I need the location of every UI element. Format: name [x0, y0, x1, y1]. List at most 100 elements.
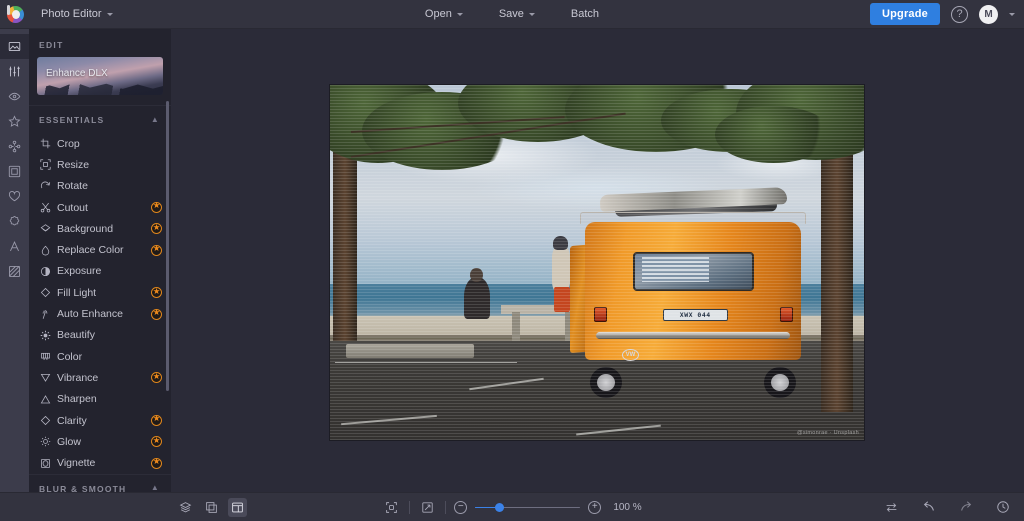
bottom-right-tools: [882, 498, 1012, 517]
panel-item-background[interactable]: Background: [29, 218, 171, 239]
vw-logo-icon: VW: [622, 349, 639, 361]
rail-item-overlays[interactable]: [0, 134, 29, 159]
panel-item-crop[interactable]: Crop: [29, 133, 171, 154]
app-title-menu[interactable]: Photo Editor: [32, 5, 122, 24]
panel-item-exposure[interactable]: Exposure: [29, 261, 171, 282]
premium-star-badge: [151, 245, 162, 256]
panel-item-beautify[interactable]: Beautify: [29, 325, 171, 346]
panel-item-auto-enhance[interactable]: Auto Enhance: [29, 303, 171, 324]
van-window-blind: [642, 257, 710, 282]
rail-item-frames[interactable]: [0, 159, 29, 184]
help-icon[interactable]: ?: [951, 6, 968, 23]
avatar[interactable]: M: [979, 5, 998, 24]
compare-icon[interactable]: [202, 498, 221, 517]
panel-item-label: Beautify: [57, 329, 162, 341]
menu-save[interactable]: Save: [490, 5, 544, 24]
preset-label: Enhance DLX: [46, 68, 108, 79]
menu-open-label: Open: [425, 8, 452, 20]
vignette-icon: [40, 458, 57, 469]
preset-enhance-dlx[interactable]: Enhance DLX: [37, 57, 163, 95]
background-icon: [40, 223, 57, 234]
zoom-slider[interactable]: [475, 501, 580, 514]
fit-screen-icon[interactable]: [382, 498, 401, 517]
panel-item-label: Vignette: [57, 457, 151, 469]
panel-item-label: Auto Enhance: [57, 308, 151, 320]
texture-icon: [8, 265, 21, 278]
panel-item-sharpen[interactable]: Sharpen: [29, 389, 171, 410]
crop-icon: [40, 138, 57, 149]
rotate-icon: [40, 181, 57, 192]
fullscreen-icon[interactable]: [418, 498, 437, 517]
panel-item-color[interactable]: Color: [29, 346, 171, 367]
canvas-area[interactable]: XWX 044 VW @simonrae · Unsplash: [171, 29, 1024, 492]
panel-layout-icon[interactable]: [228, 498, 247, 517]
panel-item-label: Clarity: [57, 415, 151, 427]
layers-icon[interactable]: [176, 498, 195, 517]
menu-open[interactable]: Open: [416, 5, 472, 24]
diamond-icon: [40, 287, 57, 298]
group-title: BLUR & SMOOTH: [39, 484, 126, 492]
group-header-blur-smooth[interactable]: BLUR & SMOOTH ▲: [29, 474, 171, 492]
eye-icon: [8, 90, 21, 103]
bench-leg: [512, 312, 520, 340]
rail-item-stickers[interactable]: [0, 209, 29, 234]
chevron-down-icon: [457, 13, 463, 16]
van-body: XWX 044 VW: [585, 222, 801, 360]
panel-item-label: Background: [57, 223, 151, 235]
panel-item-label: Fill Light: [57, 287, 151, 299]
zoom-slider-knob[interactable]: [495, 503, 504, 512]
zoom-out-button[interactable]: −: [454, 501, 467, 514]
history-icon[interactable]: [993, 498, 1012, 517]
rail-item-effects[interactable]: [0, 109, 29, 134]
photo-watermark: @simonrae · Unsplash: [797, 430, 859, 436]
upgrade-button[interactable]: Upgrade: [870, 3, 940, 25]
panel-item-label: Crop: [57, 138, 162, 150]
photo-van: XWX 044 VW: [570, 199, 816, 391]
rail-item-adjust[interactable]: [0, 59, 29, 84]
menu-batch[interactable]: Batch: [562, 5, 608, 24]
top-right-group: Upgrade ? M: [870, 3, 1015, 25]
group-header-essentials[interactable]: ESSENTIALS ▲: [29, 105, 171, 133]
group-items-essentials: Crop Resize Rotate Cutout: [29, 133, 171, 474]
rail-item-preview[interactable]: [0, 84, 29, 109]
premium-star-badge: [151, 287, 162, 298]
chevron-down-icon: [107, 13, 113, 16]
redo-icon[interactable]: [956, 498, 975, 517]
panel-item-fill-light[interactable]: Fill Light: [29, 282, 171, 303]
panel-item-label: Color: [57, 351, 162, 363]
concrete-block: [346, 344, 474, 358]
panel-item-rotate[interactable]: Rotate: [29, 176, 171, 197]
van-taillight-right: [780, 307, 793, 322]
chevron-down-icon[interactable]: [1009, 13, 1015, 16]
undo-icon[interactable]: [919, 498, 938, 517]
chevron-up-icon: ▲: [151, 483, 160, 492]
swap-icon[interactable]: [882, 498, 901, 517]
rail-item-image[interactable]: [0, 34, 29, 59]
rail-item-text[interactable]: [0, 234, 29, 259]
panel-item-vignette[interactable]: Vignette: [29, 452, 171, 473]
panel-item-glow[interactable]: Glow: [29, 431, 171, 452]
triangle-down-icon: [40, 372, 57, 383]
van-wheel-right: [764, 367, 796, 398]
panel-item-resize[interactable]: Resize: [29, 154, 171, 175]
scissors-icon: [40, 202, 57, 213]
person-standing-torso: [552, 248, 570, 291]
premium-star-badge: [151, 223, 162, 234]
badge-icon: [8, 215, 21, 228]
curb-line: [335, 362, 517, 364]
rail-item-favorites[interactable]: [0, 184, 29, 209]
panel-item-cutout[interactable]: Cutout: [29, 197, 171, 218]
resize-icon: [40, 159, 57, 170]
panel-item-label: Exposure: [57, 265, 162, 277]
premium-star-badge: [151, 415, 162, 426]
panel-header: EDIT: [29, 29, 171, 57]
panel-item-replace-color[interactable]: Replace Color: [29, 239, 171, 260]
zoom-in-button[interactable]: +: [588, 501, 601, 514]
rail-item-textures[interactable]: [0, 259, 29, 284]
panel-item-clarity[interactable]: Clarity: [29, 410, 171, 431]
star-icon: [8, 115, 21, 128]
zoom-controls: − + 100 %: [0, 498, 1024, 517]
panel-item-vibrance[interactable]: Vibrance: [29, 367, 171, 388]
panel-scrollbar-thumb[interactable]: [166, 101, 169, 391]
photo-canvas[interactable]: XWX 044 VW @simonrae · Unsplash: [330, 85, 864, 440]
